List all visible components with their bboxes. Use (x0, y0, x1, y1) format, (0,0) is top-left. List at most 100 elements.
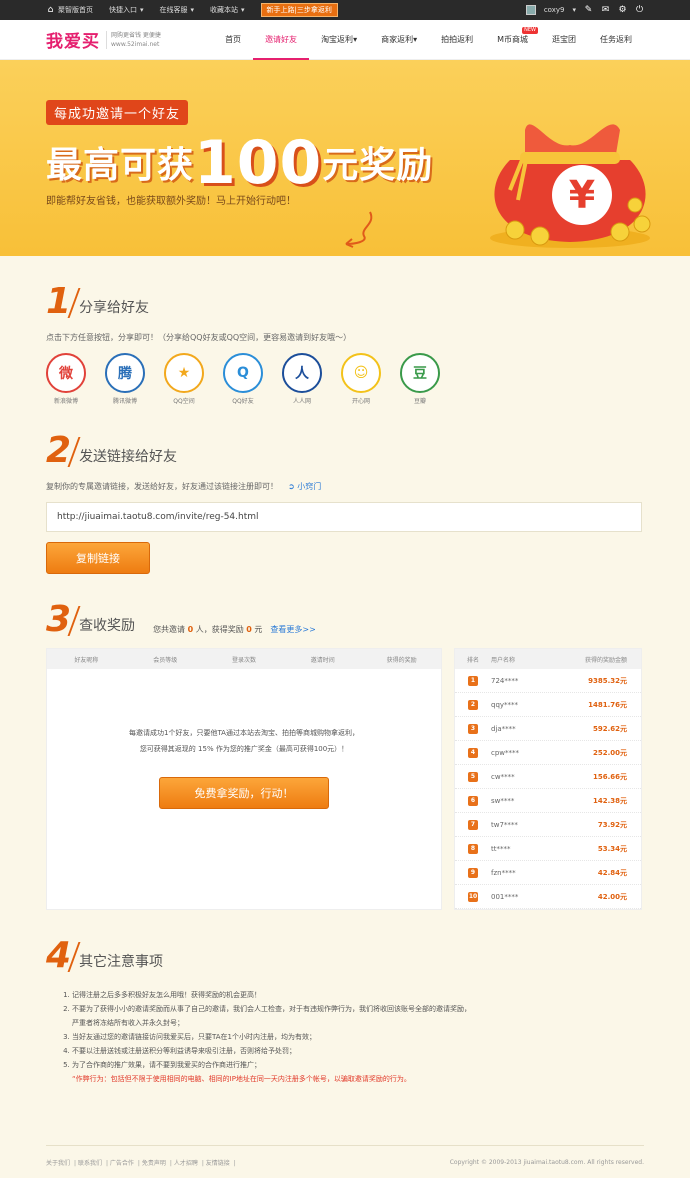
gear-icon[interactable]: ⚙ (618, 5, 627, 15)
ranking-amount: 42.84元 (597, 868, 627, 877)
money-bag-icon: ¥ (490, 124, 651, 248)
nav-mcoin-mall[interactable]: M币商城 NEW (485, 20, 540, 60)
qq-icon: Q (223, 353, 263, 393)
footer-link[interactable]: 友情链接 (206, 1160, 230, 1167)
qzone-icon: ★ (164, 353, 204, 393)
share-renren[interactable]: 人人人网 (282, 353, 322, 405)
footer-link[interactable]: 关于我们 (46, 1160, 70, 1167)
ranking-user: tt**** (491, 844, 511, 853)
ranking-user: dja**** (491, 724, 516, 733)
notes-list: 记得注册之后多多积极好友怎么用哦！获得奖励的机会更高！ 不要为了获得小小的邀请奖… (46, 988, 644, 1086)
table-header: 好友昵称 会员等级 登录次数 邀请时间 获得的奖励 (47, 649, 441, 669)
share-buttons: 微新浪微博腾腾讯微博 ★ QQ空间 Q QQ好友 人人人网 ☺ 开心网豆豆瓣 (46, 353, 644, 405)
share-label: 豆瓣 (413, 398, 426, 405)
share-douban[interactable]: 豆豆瓣 (400, 353, 440, 405)
nav-merchant-rebate[interactable]: 商家返利▾ (369, 20, 429, 60)
table-row: 4 cpw**** 252.00元 (455, 741, 641, 765)
share-label: QQ好友 (232, 398, 254, 405)
share-label: 人人网 (292, 398, 311, 405)
promo-link[interactable]: 新手上路|三步拿返利 (260, 3, 338, 17)
ranking-header: 排名 用户名称 获得的奖励金额 (455, 649, 641, 669)
table-row: 5 cw**** 156.66元 (455, 765, 641, 789)
table-row: 1 724**** 9385.32元 (455, 669, 641, 693)
step2-section: 2 发送链接给好友 复制你的专属邀请链接，发送给好友，好友通过该链接注册即可！ ➲ … (0, 433, 690, 574)
share-qzone[interactable]: ★ QQ空间 (164, 353, 204, 405)
logo[interactable]: 我爱买 (46, 27, 100, 52)
nav-home[interactable]: 首页 (213, 20, 253, 60)
ranking-user: 724**** (491, 676, 519, 685)
share-label: QQ空间 (173, 398, 195, 405)
rank-badge: 8 (468, 843, 478, 854)
rank-badge: 3 (468, 723, 478, 734)
main-nav: 我爱买 网购更省钱 更便捷 www.52imai.net 首页 邀请好友 淘宝返利… (0, 20, 690, 60)
table-row: 10 001**** 42.00元 (455, 885, 641, 909)
share-label: 开心网 (351, 398, 370, 405)
rank-badge: 7 (468, 819, 478, 830)
nav-invite[interactable]: 邀请好友 (253, 20, 310, 60)
ranking-amount: 252.00元 (592, 748, 627, 757)
online-service-link[interactable]: 在线客服 ▾ (160, 5, 195, 15)
renren-icon: 人 (282, 353, 322, 393)
nav-taobao-rebate[interactable]: 淘宝返利▾ (309, 20, 369, 60)
invite-link-field[interactable]: http://jiuaimai.taotu8.com/invite/reg-54… (46, 502, 642, 532)
ranking-user: cw**** (491, 772, 515, 781)
ranking-user: tw7**** (491, 820, 518, 829)
step3-title: 3 查收奖励 您共邀请 0 人，获得奖励 0 元查看更多>> (46, 599, 316, 640)
ranking-amount: 1481.76元 (588, 700, 627, 709)
footer-link[interactable]: 人才招聘 (174, 1160, 198, 1167)
nav-task-rebate[interactable]: 任务返利 (588, 20, 644, 60)
home-link[interactable]: ⌂ 聚智版首页 (46, 5, 93, 15)
tips-link[interactable]: ➲ 小窍门 (288, 482, 321, 491)
ranking-amount: 42.00元 (597, 892, 627, 901)
step1-section: 1 分享给好友 点击下方任意按钮，分享即可！（分享给QQ好友或QQ空间，更容易邀请… (0, 284, 690, 405)
bookmark-link[interactable]: 收藏本站 ▾ (210, 5, 245, 15)
chevron-down-icon: ▾ (241, 6, 245, 14)
footer: 关于我们 | 联系我们 | 广告合作 | 免责声明 | 人才招聘 | 友情链接 | Copy… (46, 1145, 644, 1178)
ranking-user: sw**** (491, 796, 515, 805)
share-tencent-weibo[interactable]: 腾腾讯微博 (105, 353, 145, 405)
rank-badge: 4 (468, 747, 478, 758)
footer-link[interactable]: 广告合作 (110, 1160, 134, 1167)
edit-icon[interactable]: ✎ (584, 5, 593, 15)
ranking-user: cpw**** (491, 748, 520, 757)
user-area: coxy9 ▾ ✎ ✉ ⚙ ⏻ (525, 5, 644, 15)
view-more-link[interactable]: 查看更多>> (270, 625, 315, 634)
weibo-icon: 微 (46, 353, 86, 393)
footer-link[interactable]: 免责声明 (142, 1160, 166, 1167)
list-item: 当好友通过您的邀请链接访问我爱买后，只要TA在1个小时内注册，均为有效； (72, 1030, 644, 1044)
copy-link-button[interactable]: 复制链接 (46, 542, 150, 574)
footer-link[interactable]: 联系我们 (78, 1160, 102, 1167)
share-kaixin[interactable]: ☺ 开心网 (341, 353, 381, 405)
banner-subtitle: 即能帮好友省钱，也能获取额外奖励！马上开始行动吧！ (46, 196, 296, 207)
get-reward-button[interactable]: 免费拿奖励，行动！ (159, 777, 329, 809)
share-qq[interactable]: Q QQ好友 (223, 353, 263, 405)
tencent-weibo-icon: 腾 (105, 353, 145, 393)
ranking-user: qqy**** (491, 700, 519, 709)
share-weibo[interactable]: 微新浪微博 (46, 353, 86, 405)
reward-panels: 好友昵称 会员等级 登录次数 邀请时间 获得的奖励 每邀请成功1个好友，只要他T… (46, 648, 644, 910)
avatar[interactable] (525, 5, 536, 15)
my-invites-table: 好友昵称 会员等级 登录次数 邀请时间 获得的奖励 每邀请成功1个好友，只要他T… (46, 648, 442, 910)
ranking-amount: 53.34元 (597, 844, 627, 853)
rank-badge: 1 (468, 675, 478, 686)
quick-entry-link[interactable]: 快捷入口 ▾ (109, 5, 144, 15)
ranking-user: 001**** (491, 892, 519, 901)
ranking-amount: 73.92元 (597, 820, 627, 829)
step2-desc: 复制你的专属邀请链接，发送给好友，好友通过该链接注册即可！ ➲ 小窍门 (46, 482, 322, 491)
copyright: Copyright © 2009-2013 jiuaimai.taotu8.co… (449, 1158, 644, 1166)
mail-icon[interactable]: ✉ (601, 5, 610, 15)
step4-title: 4 其它注意事项 (46, 935, 164, 976)
table-row: 3 dja**** 592.62元 (455, 717, 641, 741)
ranking-amount: 142.38元 (592, 796, 627, 805)
ranking-list: 1 724**** 9385.32元 2 qqy**** 1481.76元 3 dja****… (455, 669, 641, 909)
table-row: 2 qqy**** 1481.76元 (455, 693, 641, 717)
power-icon[interactable]: ⏻ (635, 5, 644, 15)
invite-stats: 您共邀请 0 人，获得奖励 0 元查看更多>> (153, 625, 316, 634)
nav-paipai-rebate[interactable]: 拍拍返利 (429, 20, 485, 60)
table-row: 7 tw7**** 73.92元 (455, 813, 641, 837)
ranking-table: 排名 用户名称 获得的奖励金额 1 724**** 9385.32元 2 qqy****… (454, 648, 642, 910)
username[interactable]: coxy9 (544, 6, 565, 14)
nav-guangbaotuan[interactable]: 逛宝团 (540, 20, 588, 60)
new-badge: NEW (522, 26, 538, 34)
nav-menu: 首页 邀请好友 淘宝返利▾ 商家返利▾ 拍拍返利 M币商城 NEW 逛宝团 任务返… (213, 20, 644, 60)
